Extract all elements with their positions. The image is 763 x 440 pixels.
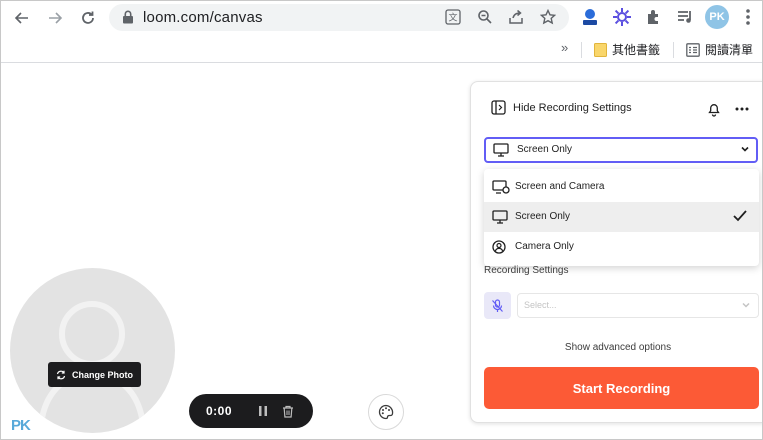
- mode-option-label: Screen and Camera: [515, 181, 605, 192]
- bookmarks-divider: [673, 42, 674, 58]
- profile-avatar[interactable]: PK: [705, 5, 729, 29]
- bookmarks-bar: » 其他書籤 閱讀清單: [1, 35, 762, 63]
- mode-option-screen-and-camera[interactable]: Screen and Camera: [484, 172, 759, 202]
- other-bookmarks-label: 其他書籤: [612, 43, 661, 57]
- extensions-puzzle-icon[interactable]: [643, 6, 665, 28]
- reading-list-icon: [686, 42, 700, 57]
- browser-toolbar: loom.com/canvas 文 PK: [1, 1, 762, 35]
- monitor-icon: [492, 210, 508, 224]
- more-horizontal-icon: [735, 107, 749, 111]
- delete-button[interactable]: [280, 403, 296, 419]
- notifications-button[interactable]: [706, 101, 722, 117]
- mode-option-label: Screen Only: [515, 211, 571, 222]
- recording-mode-value: Screen Only: [517, 144, 573, 155]
- address-bar[interactable]: loom.com/canvas 文: [109, 4, 569, 31]
- change-photo-button[interactable]: Change Photo: [48, 362, 141, 387]
- refresh-icon: [56, 370, 66, 379]
- screen-camera-icon: [492, 180, 510, 194]
- recording-controls: 0:00: [189, 394, 313, 428]
- lock-icon[interactable]: [119, 8, 137, 26]
- recording-timer: 0:00: [206, 404, 233, 418]
- microphone-toggle[interactable]: [484, 292, 511, 319]
- reload-button[interactable]: [77, 7, 99, 29]
- microphone-select-placeholder: Select...: [524, 300, 557, 310]
- sidebar-collapse-icon: [491, 100, 506, 115]
- reading-list-label: 閱讀清單: [705, 43, 754, 57]
- checkmark-icon: [733, 210, 747, 222]
- reload-icon: [82, 11, 94, 24]
- avatar-placeholder-icon: [39, 301, 145, 419]
- pk-watermark: PK: [11, 417, 31, 434]
- pause-button[interactable]: [255, 403, 271, 419]
- effects-button[interactable]: [368, 394, 404, 430]
- media-controls-icon[interactable]: [674, 6, 696, 28]
- mode-option-label: Camera Only: [515, 241, 574, 252]
- microphone-select[interactable]: Select...: [517, 293, 759, 318]
- bookmarks-divider: [581, 42, 582, 58]
- show-advanced-options-link[interactable]: Show advanced options: [471, 342, 762, 353]
- url-text: loom.com/canvas: [143, 9, 263, 26]
- translate-icon[interactable]: 文: [444, 8, 462, 26]
- palette-icon: [378, 404, 394, 420]
- bookmark-star-icon[interactable]: [539, 8, 557, 26]
- recording-mode-menu: Screen and Camera Screen Only Camera Onl…: [484, 169, 759, 266]
- hide-settings-label: Hide Recording Settings: [513, 101, 632, 114]
- recording-settings-heading: Recording Settings: [484, 265, 569, 276]
- forward-button[interactable]: [44, 7, 66, 29]
- recording-mode-select[interactable]: Screen Only: [484, 137, 758, 163]
- monitor-icon: [493, 143, 509, 157]
- share-icon[interactable]: [507, 8, 525, 26]
- back-button[interactable]: [11, 7, 33, 29]
- camera-bubble[interactable]: [10, 268, 175, 433]
- hide-settings-toggle[interactable]: Hide Recording Settings: [491, 100, 632, 115]
- mode-option-camera-only[interactable]: Camera Only: [484, 232, 759, 262]
- recording-settings-panel: Hide Recording Settings Screen Only Scre…: [470, 81, 762, 423]
- mic-off-icon: [492, 298, 503, 312]
- trash-icon: [283, 405, 293, 418]
- svg-text:文: 文: [449, 12, 458, 24]
- other-bookmarks-folder[interactable]: 其他書籤: [594, 41, 660, 58]
- folder-icon: [594, 42, 607, 57]
- reading-list-button[interactable]: 閱讀清單: [686, 41, 753, 58]
- change-photo-label: Change Photo: [72, 369, 133, 380]
- back-arrow-icon: [14, 12, 28, 24]
- camera-only-icon: [492, 240, 506, 254]
- mode-option-screen-only[interactable]: Screen Only: [484, 202, 759, 232]
- browser-window: loom.com/canvas 文 PK » 其他書籤 閱讀清單 Change …: [0, 0, 763, 440]
- chevron-down-icon: [742, 302, 750, 308]
- chevron-down-icon: [741, 146, 749, 152]
- extension-star-icon[interactable]: [611, 6, 633, 28]
- extension-badge-icon[interactable]: [579, 6, 601, 28]
- zoom-icon[interactable]: [476, 8, 494, 26]
- start-recording-button[interactable]: Start Recording: [484, 367, 759, 409]
- forward-arrow-icon: [49, 12, 63, 24]
- bell-icon: [708, 104, 720, 117]
- browser-menu-icon[interactable]: [737, 6, 759, 28]
- pause-icon: [259, 406, 267, 416]
- more-options-button[interactable]: [734, 101, 750, 117]
- bookmarks-overflow-button[interactable]: »: [561, 40, 568, 55]
